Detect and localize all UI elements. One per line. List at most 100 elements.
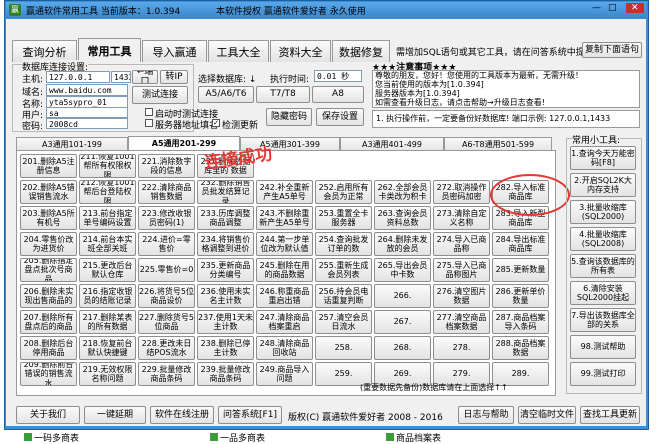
tool-button[interactable]: 263.查询会员资料总数: [374, 206, 431, 230]
tool-button[interactable]: 285.更新数量: [492, 258, 549, 282]
tool-button[interactable]: 287.商品档案导入条码: [492, 310, 549, 334]
save-settings-button[interactable]: 保存设置: [316, 108, 364, 126]
convert-ip-button[interactable]: 转IP: [160, 70, 188, 84]
tool-button[interactable]: 286.更新单价数量: [492, 284, 549, 308]
about-button[interactable]: 关于我们: [16, 406, 80, 424]
tool-button[interactable]: 225.零售价=0: [138, 258, 195, 282]
tool-button[interactable]: 217.删除某表的所有数据: [79, 310, 136, 334]
tool-button[interactable]: 254.查询批发订单的数: [315, 232, 372, 256]
tool-button[interactable]: 204.零售价改为进货价: [20, 232, 77, 256]
tool-button[interactable]: 223.修改收银员密码(1): [138, 206, 195, 230]
tool-button[interactable]: 212.恢复1001帮后台登陆权限: [79, 180, 136, 204]
tool-button[interactable]: 272.取消操作员密码加密: [433, 180, 490, 204]
domain-input[interactable]: www.baidu.com: [46, 84, 128, 96]
extend-button[interactable]: 一键延期: [84, 406, 146, 424]
side-tool-button[interactable]: 5.查询该数据库的所有表: [570, 254, 636, 278]
tool-button[interactable]: 255.重新生成会员列表: [315, 258, 372, 282]
check-update-button[interactable]: 查找工具更新: [580, 406, 640, 424]
tool-button[interactable]: 243.不删除重新产生A5单号: [256, 206, 313, 230]
tool-button[interactable]: 209.删除前台错误的销售流水: [20, 362, 77, 386]
tool-button[interactable]: 226.将货号5位商品设价: [138, 284, 195, 308]
tool-button[interactable]: 244.第一步单位改为默认值: [256, 232, 313, 256]
tab-repair[interactable]: 数据修复: [332, 40, 390, 62]
tool-button[interactable]: 233.历库调整商品调整: [197, 206, 254, 230]
subtab-a3-101[interactable]: A3通用101-199: [16, 137, 128, 150]
tool-button[interactable]: 236.使用未实名主计数: [197, 284, 254, 308]
version-a5-button[interactable]: A5/A6/T6: [198, 86, 254, 103]
minimize-icon[interactable]: —: [592, 3, 601, 13]
tool-button[interactable]: 264.删除未发放的会员: [374, 232, 431, 256]
tool-button[interactable]: 224.进价=零售价: [138, 232, 195, 256]
tool-button[interactable]: 229.批量修改商品条码: [138, 362, 195, 386]
port-input[interactable]: 1433: [111, 71, 131, 83]
side-tool-button[interactable]: 7.导出该数据库全部的关系: [570, 308, 636, 332]
tool-button[interactable]: 252.启用所有会员为正常: [315, 180, 372, 204]
tool-button[interactable]: 268.: [374, 336, 431, 360]
tool-button[interactable]: 208.删除后台停用商品: [20, 336, 77, 360]
side-tool-button[interactable]: 99.测试打印: [570, 362, 636, 386]
check-update-checkbox[interactable]: ✓: [212, 119, 220, 127]
tool-button[interactable]: 288.商品档案数据: [492, 336, 549, 360]
tool-button[interactable]: 246.称重商品重启出错: [256, 284, 313, 308]
pwd-input[interactable]: 2008cd: [46, 118, 128, 129]
tool-button[interactable]: 214.前台本实班全部关班: [79, 232, 136, 256]
tool-button[interactable]: 242.补全重新产生A5单号: [256, 180, 313, 204]
user-input[interactable]: sa: [46, 107, 128, 118]
tool-button[interactable]: 266.: [374, 284, 431, 308]
tool-button[interactable]: 275.导入已商品称图片: [433, 258, 490, 282]
test-connection-button[interactable]: 测试连接: [132, 86, 188, 104]
subtab-a3-401[interactable]: A3通用401-499: [340, 137, 444, 150]
hide-password-button[interactable]: 隐藏密码: [266, 108, 312, 126]
tool-button[interactable]: 278.: [433, 336, 490, 360]
tool-button[interactable]: 216.指定收银员的结账记录: [79, 284, 136, 308]
tool-button[interactable]: 222.清除商品销售数据: [138, 180, 195, 204]
tool-button[interactable]: 284.导出标准商品库: [492, 232, 549, 256]
tool-button[interactable]: 239.批量修改商品条码: [197, 362, 254, 386]
tool-button[interactable]: 205.删除指定盘点批次号商品: [20, 258, 77, 282]
side-tool-button[interactable]: 1.查询今天万能密码[F8]: [570, 146, 636, 170]
tab-docs[interactable]: 资料大全: [270, 40, 331, 62]
tool-button[interactable]: 249.商品导入问题: [256, 362, 313, 386]
server-name-checkbox[interactable]: [145, 119, 153, 127]
tool-button[interactable]: 276.清空图片数据: [433, 284, 490, 308]
tool-button[interactable]: 211.恢复1001帮所有权限权限: [79, 154, 136, 178]
tab-tools[interactable]: 常用工具: [78, 38, 141, 62]
copy-sql-button[interactable]: 复制下面语句: [582, 42, 642, 58]
clear-temp-button[interactable]: 清空临时文件: [518, 406, 576, 424]
port-button[interactable]: ←端口: [132, 70, 158, 84]
tool-button[interactable]: 247.清除商品档案重启: [256, 310, 313, 334]
side-tool-button[interactable]: 6.清除安装SQL2000挂起: [570, 281, 636, 305]
subtab-a6-501[interactable]: A6-T8通用501-599: [444, 137, 552, 150]
tool-button[interactable]: 262.全部会员卡类改为积卡: [374, 180, 431, 204]
tool-button[interactable]: 213.前台指定单号编码设置: [79, 206, 136, 230]
tool-button[interactable]: 257.清空会员日流水: [315, 310, 372, 334]
side-tool-button[interactable]: 4.批量收缩库(SQL2008): [570, 227, 636, 251]
tool-button[interactable]: 267.: [374, 310, 431, 334]
tool-button[interactable]: 215.更改后台默认仓库: [79, 258, 136, 282]
log-help-button[interactable]: 日志与帮助: [458, 406, 514, 424]
tool-button[interactable]: 277.清空商品档案数据: [433, 310, 490, 334]
tool-button[interactable]: 203.删除A5所有机号: [20, 206, 77, 230]
tool-button[interactable]: 221.消除数字段的信息: [138, 154, 195, 178]
tool-button[interactable]: 201.删除A5注册信息: [20, 154, 77, 178]
tool-button[interactable]: 234.将销售价格调整到进价: [197, 232, 254, 256]
tool-button[interactable]: 245.删除在用的商品数据: [256, 258, 313, 282]
tool-button[interactable]: 256.持会员电话重复判断: [315, 284, 372, 308]
tool-button[interactable]: 248.清除商品回收站: [256, 336, 313, 360]
maximize-icon[interactable]: □: [608, 3, 617, 13]
tool-button[interactable]: 227.删除货号5位商品: [138, 310, 195, 334]
tool-button[interactable]: 219.无效权限名称问题: [79, 362, 136, 386]
side-tool-button[interactable]: 3.批量收缩库(SQL2000): [570, 200, 636, 224]
tool-button[interactable]: 232.删除销售员批发结算记录: [197, 180, 254, 204]
startup-test-checkbox[interactable]: [145, 108, 153, 116]
side-tool-button[interactable]: 2.开启SQL2K大内存支持: [570, 173, 636, 197]
side-tool-button[interactable]: 98.测试帮助: [570, 335, 636, 359]
version-a8-button[interactable]: A8: [312, 86, 364, 103]
tool-button[interactable]: 265.导出会员中卡数: [374, 258, 431, 282]
tool-button[interactable]: 228.更改未日结POS流水: [138, 336, 195, 360]
tool-button[interactable]: 237.使用1天未主计数: [197, 310, 254, 334]
tool-button[interactable]: 202.删除A5错误销售流水: [20, 180, 77, 204]
tool-button[interactable]: 258.: [315, 336, 372, 360]
tab-toolkit[interactable]: 工具大全: [208, 40, 269, 62]
tool-button[interactable]: 235.更新商品分类编号: [197, 258, 254, 282]
